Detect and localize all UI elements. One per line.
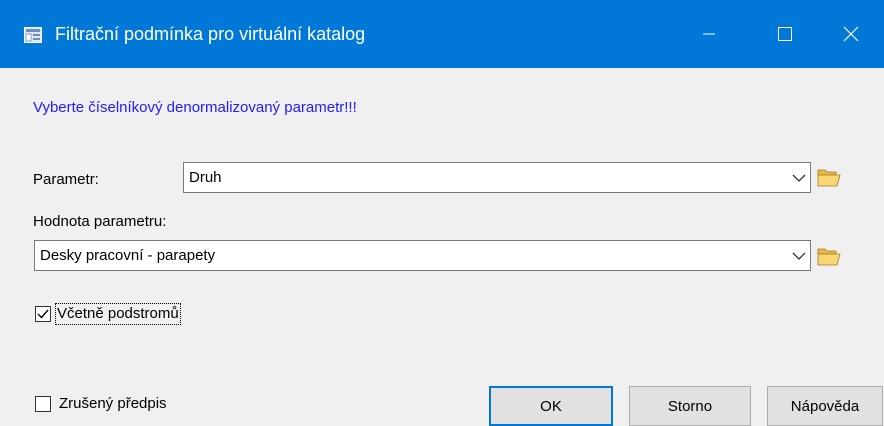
- chevron-down-icon: [792, 174, 806, 182]
- parameter-browse-button[interactable]: [815, 164, 843, 190]
- app-icon: [24, 27, 42, 43]
- cancelled-rule-checkbox[interactable]: [35, 396, 51, 412]
- ok-button[interactable]: OK: [489, 386, 613, 426]
- parameter-value-select-value: Desky pracovní - parapety: [40, 247, 216, 264]
- minimize-button[interactable]: [676, 0, 742, 68]
- parameter-label: Parametr:: [33, 171, 99, 188]
- include-subtrees-label[interactable]: Včetně podstromů: [55, 303, 181, 325]
- window-title: Filtrační podmínka pro virtuální katalog: [55, 24, 366, 44]
- minimize-icon: [703, 33, 715, 35]
- cancelled-rule-label[interactable]: Zrušený předpis: [59, 394, 167, 414]
- parameter-value-select[interactable]: Desky pracovní - parapety: [34, 240, 811, 271]
- parameter-select[interactable]: Druh: [183, 162, 811, 193]
- parameter-value-browse-button[interactable]: [815, 243, 843, 269]
- instruction-text: Vyberte číselníkový denormalizovaný para…: [33, 99, 357, 116]
- close-icon: [843, 26, 859, 42]
- checkmark-icon: [37, 309, 49, 319]
- chevron-down-icon: [792, 252, 806, 260]
- title-bar: Filtrační podmínka pro virtuální katalog: [0, 0, 884, 68]
- help-button[interactable]: Nápověda: [767, 386, 883, 426]
- parameter-select-value: Druh: [189, 169, 222, 186]
- cancel-button[interactable]: Storno: [629, 386, 751, 426]
- folder-open-icon: [817, 169, 841, 187]
- parameter-value-label: Hodnota parametru:: [33, 213, 167, 230]
- folder-open-icon: [817, 248, 841, 266]
- close-button[interactable]: [818, 0, 884, 68]
- include-subtrees-checkbox[interactable]: [35, 306, 51, 322]
- maximize-button[interactable]: [752, 0, 818, 68]
- maximize-icon: [778, 27, 792, 41]
